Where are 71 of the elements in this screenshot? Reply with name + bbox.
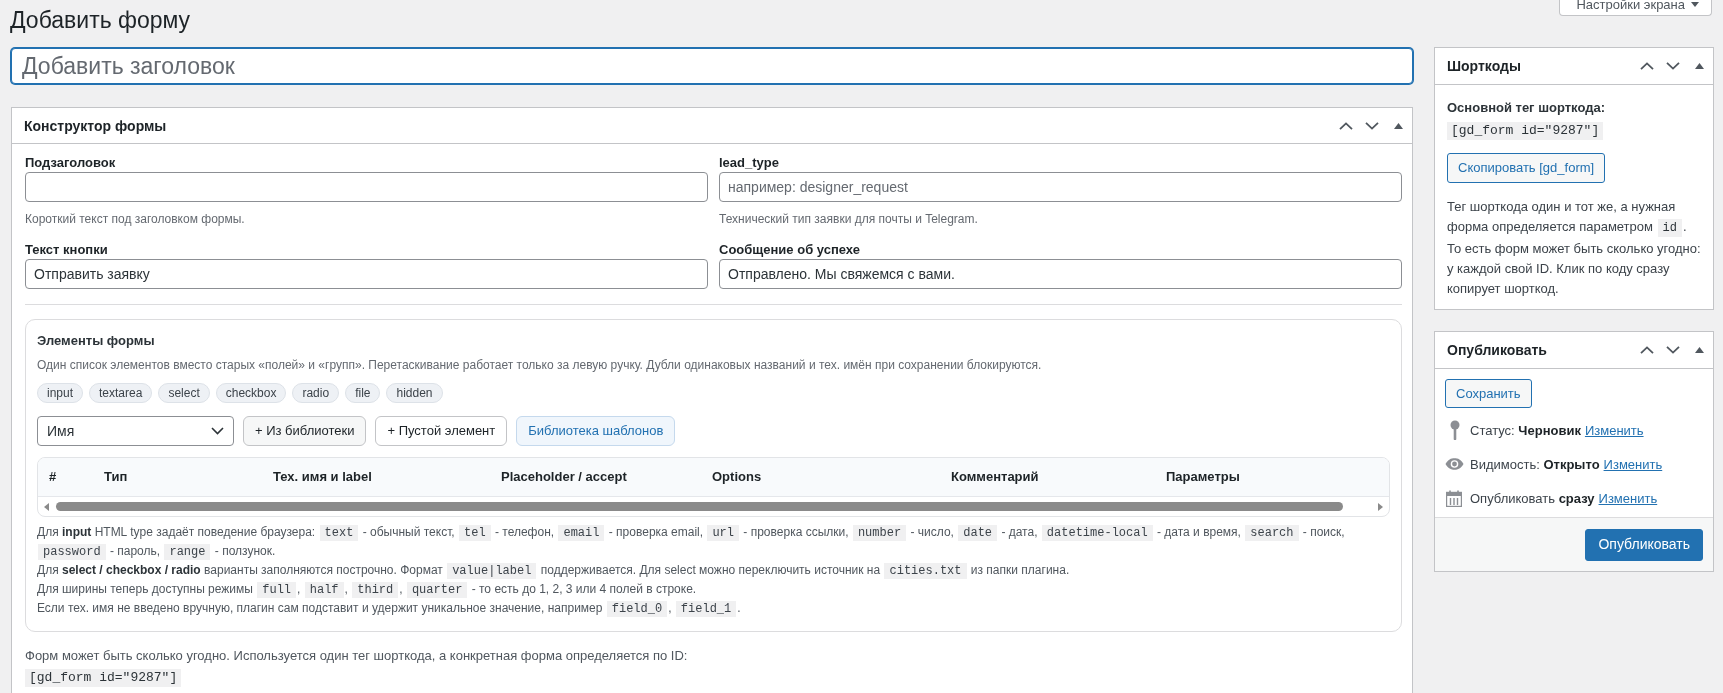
scroll-left-icon[interactable] bbox=[44, 502, 49, 511]
add-element-button[interactable]: + Из библиотеки bbox=[243, 416, 367, 446]
type-chip: input bbox=[37, 383, 84, 403]
help-text: Для select / checkbox / radio варианты заполняются построчно. Формат value|label поддерживается. Для select можно переключить источник на cities.txt из папки плагина. bbox=[37, 562, 1071, 580]
scroll-right-icon[interactable] bbox=[1378, 502, 1383, 511]
calendar-icon bbox=[1446, 490, 1462, 507]
field-label: Сообщение об успехе bbox=[719, 242, 861, 258]
edit-link[interactable]: Изменить bbox=[1603, 454, 1663, 475]
column-header: Placeholder / accept bbox=[501, 468, 627, 487]
panel-title: Конструктор формы bbox=[24, 116, 167, 135]
text-field[interactable]: например: designer_request bbox=[719, 172, 1402, 202]
add-element-button[interactable]: + Пустой элемент bbox=[375, 416, 508, 446]
type-chip: checkbox bbox=[215, 383, 287, 403]
type-chip: hidden bbox=[386, 383, 443, 403]
status-text: Опубликовать сразу bbox=[1470, 489, 1595, 508]
edit-link[interactable]: Изменить bbox=[1584, 420, 1644, 441]
text-field[interactable] bbox=[25, 172, 708, 202]
help-text: Если тех. имя не введено вручную, плагин сам подставит и удержит уникальное значение, например field_0 , field_1 . bbox=[37, 600, 742, 618]
screen-options-button[interactable]: Настройки экрана bbox=[1559, 0, 1712, 16]
text-field[interactable]: Отправить заявку bbox=[25, 259, 708, 289]
type-chip: file bbox=[345, 383, 381, 403]
collapse-triangle-icon[interactable] bbox=[1394, 122, 1403, 129]
column-header: Тех. имя и label bbox=[273, 468, 372, 487]
edit-link[interactable]: Изменить bbox=[1598, 488, 1658, 509]
field-label: Подзаголовок bbox=[25, 155, 117, 171]
publish-button[interactable]: Опубликовать bbox=[1585, 529, 1703, 561]
column-header: # bbox=[49, 468, 57, 487]
type-chip: select bbox=[158, 383, 210, 403]
template-library-button[interactable]: Библиотека шаблонов bbox=[516, 416, 676, 446]
help-text: Для ширины теперь доступны режимы full , half , third , quarter - то есть до 1, 2, 3 или 4 полей в строке. bbox=[37, 581, 698, 599]
help-text: Для input HTML type задаёт поведение браузера: text - обычный текст, tel - телефон, email - проверка email, url - проверка ссылки, number - число, date - дата, datetime-local - дата и время, search - поиск, password - пароль, range - ползунок. bbox=[37, 524, 1346, 561]
move-down-icon[interactable] bbox=[1365, 121, 1379, 130]
status-text: Статус: Черновик bbox=[1470, 421, 1581, 440]
copy-shortcode-button[interactable]: Скопировать [gd_form] bbox=[1447, 153, 1606, 183]
field-label: Текст кнопки bbox=[25, 242, 109, 258]
shortcode-code: [gd_form id="9287"] bbox=[25, 669, 182, 687]
type-chip: textarea bbox=[89, 383, 153, 403]
column-header: Параметры bbox=[1166, 468, 1240, 487]
column-header: Тип bbox=[104, 468, 128, 487]
shortcode-code[interactable]: [gd_form id="9287"] bbox=[1447, 122, 1604, 140]
panel-title: Шорткоды bbox=[1447, 57, 1521, 75]
status-text: Видимость: Открыто bbox=[1470, 455, 1600, 474]
move-up-icon[interactable] bbox=[1339, 121, 1353, 130]
title-field[interactable]: Добавить заголовок bbox=[11, 48, 1413, 84]
column-header: Options bbox=[712, 468, 762, 487]
field-label: lead_type bbox=[719, 155, 780, 171]
move-up-icon[interactable] bbox=[1640, 346, 1654, 355]
collapse-triangle-icon[interactable] bbox=[1695, 63, 1704, 69]
column-header: Комментарий bbox=[951, 468, 1039, 487]
page-title: Добавить форму bbox=[10, 6, 192, 35]
chevron-down-icon bbox=[211, 427, 224, 435]
type-select[interactable]: Имя bbox=[37, 416, 234, 446]
field-hint: Технический тип заявки для почты и Telegram. bbox=[719, 211, 979, 227]
move-down-icon[interactable] bbox=[1666, 62, 1680, 70]
eye-icon bbox=[1445, 458, 1464, 471]
caret-icon bbox=[1691, 2, 1699, 7]
shortcode-description: Тег шорткода один и тот же, а нужная форма определяется параметром id . То есть форм может быть сколько угодно: у каждой свой ID. Клик по коду сразу копирует шорткод. bbox=[1447, 198, 1702, 299]
scrollbar-thumb[interactable] bbox=[56, 502, 1343, 511]
save-button[interactable]: Сохранить bbox=[1445, 379, 1532, 409]
field-hint: Короткий текст под заголовком формы. bbox=[25, 211, 246, 227]
collapse-triangle-icon[interactable] bbox=[1695, 347, 1704, 354]
note-text: Форм может быть сколько угодно. Используется один тег шорткода, а конкретная форма определяется по ID: bbox=[25, 647, 689, 664]
move-up-icon[interactable] bbox=[1640, 62, 1654, 70]
pin-icon bbox=[1449, 420, 1461, 441]
section-title: Элементы формы bbox=[37, 332, 156, 350]
type-chip: radio bbox=[292, 383, 340, 403]
move-down-icon[interactable] bbox=[1666, 346, 1680, 355]
shortcode-label: Основной тег шорткода: bbox=[1447, 99, 1606, 117]
text-field[interactable]: Отправлено. Мы свяжемся с вами. bbox=[719, 259, 1402, 289]
section-description: Один список элементов вместо старых «полей» и «групп». Перетаскивание работает только за левую ручку. Дубли одинаковых названий и тех. имён при сохранении блокируются. bbox=[37, 357, 1043, 373]
panel-title: Опубликовать bbox=[1447, 341, 1547, 360]
